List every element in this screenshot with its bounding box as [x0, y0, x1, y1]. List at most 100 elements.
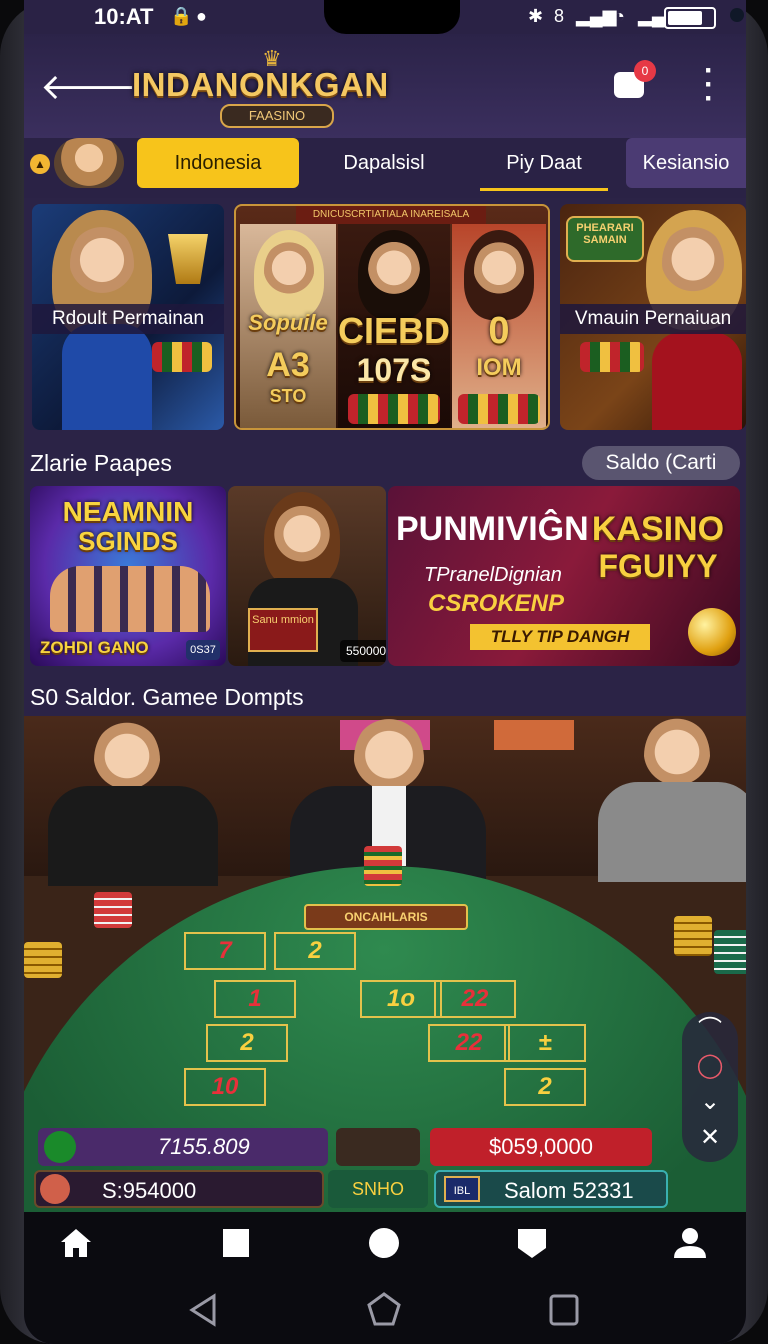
featured-card-2[interactable]: DNICUSCRTIATIALA INAREISALA Sopuile A3 S… [234, 204, 550, 430]
game1-footer: ZOHDI GANO [40, 638, 149, 657]
logo-title: INDANONKGAN [132, 66, 389, 103]
user-avatar[interactable] [54, 138, 124, 188]
bet-cell[interactable]: 7 [184, 932, 266, 970]
camera-notch [324, 0, 744, 34]
tab-kesiansio[interactable]: Kesiansio [626, 138, 746, 188]
game-card-2[interactable]: Sanu mmion 550000 700 [228, 486, 386, 666]
card2-right-title: 0 [488, 310, 510, 352]
category-tabs: ▲ Indonesia Dapalsisl Piy Daat Kesiansio [24, 138, 746, 198]
card2-left-value: A3 [266, 346, 310, 384]
game-card-3[interactable]: PUNMIVIĜN TPranelDignian CSROKENP TLLY T… [388, 486, 740, 666]
game3-line2: CSROKENP [428, 590, 565, 617]
bet-cell[interactable]: 1o [360, 980, 442, 1018]
hostess-face [474, 240, 524, 302]
hostess-face [264, 240, 314, 302]
tab-dapalsisl[interactable]: Dapalsisl [314, 138, 454, 188]
system-home-icon[interactable] [364, 1290, 404, 1330]
dealer-face [274, 504, 330, 570]
system-recents-icon[interactable] [544, 1290, 584, 1330]
player-shirt [48, 786, 218, 886]
system-nav [24, 1276, 746, 1344]
featured-card-1[interactable]: Rdoult Permainan [32, 204, 224, 430]
logo-subtitle: FAASINO [220, 104, 334, 128]
game3-logo-line1: KASINO [591, 510, 725, 548]
home-icon[interactable] [58, 1226, 94, 1260]
bottom-nav [24, 1212, 746, 1276]
player-avatar [40, 1174, 70, 1204]
bet-cell[interactable]: 22 [428, 1024, 510, 1062]
hud-value1: 7155.809 [158, 1134, 250, 1159]
hud-bar-left: 7155.809 [38, 1128, 328, 1166]
hostess-face [662, 224, 724, 302]
bet-cell[interactable]: 22 [434, 980, 516, 1018]
chip-stack [674, 916, 712, 956]
bet-cell[interactable]: 2 [206, 1024, 288, 1062]
hostess-dress [652, 332, 742, 430]
game1-badge: 0S37 [186, 640, 220, 660]
chip-stack [94, 892, 132, 928]
back-arrow-icon[interactable]: 🡐 [40, 64, 137, 108]
card2-right-panel: 0 IOM [452, 224, 546, 428]
player-balance-bar: S:954000 [34, 1170, 324, 1208]
collapse-icon[interactable]: ⌒ [682, 1012, 738, 1048]
player-balance: S:954000 [102, 1178, 197, 1203]
hud-icons [336, 1128, 420, 1166]
player-suit [598, 782, 746, 882]
vibrate-icon: 8 [554, 6, 565, 26]
trophy-icon [168, 234, 208, 284]
gold-coin-icon [688, 608, 736, 656]
featured-card-3[interactable]: PHEARARI SAMAIN Vmauin Pernaiuan [560, 204, 746, 430]
live-table-view[interactable]: ONCAIHLARIS 7155.809 $059,0000 S:954000 … [24, 716, 746, 1212]
hostess-dress [62, 324, 152, 430]
saldo-cart-button[interactable]: Saldo (Carti [582, 446, 740, 480]
featured-row: Rdoult Permainan DNICUSCRTIATIALA INAREI… [24, 204, 746, 432]
battery-fill [668, 11, 702, 25]
circle-icon[interactable] [366, 1226, 402, 1260]
tab-indonesia[interactable]: Indonesia [137, 138, 299, 188]
game2-footer: 550000 700 [340, 640, 386, 662]
hostess-face [368, 240, 420, 302]
coin-icon: ▲ [30, 154, 50, 174]
shield-icon[interactable] [514, 1226, 550, 1260]
game3-title: PUNMIVIĜN [396, 510, 589, 548]
card2-header: DNICUSCRTIATIALA INAREISALA [296, 206, 486, 224]
lock-icon: 🔒 [170, 6, 193, 26]
battery-icon [664, 7, 716, 29]
hostess-face [70, 224, 134, 304]
sync-icon: ● [196, 6, 207, 26]
bet-cell[interactable]: 2 [274, 932, 356, 970]
game3-ribbon: TLLY TIP DANGH [470, 624, 650, 650]
background-screen [494, 720, 574, 750]
square-icon[interactable] [218, 1226, 254, 1260]
card2-left-title: Sopuile [248, 310, 328, 335]
bet-cell[interactable]: 2 [504, 1068, 586, 1106]
hud-label-right-bar: IBL Salom 52331 [434, 1170, 668, 1208]
tab-piy-daat[interactable]: Piy Daat [480, 138, 608, 191]
bet-cell[interactable]: 10 [184, 1068, 266, 1106]
notification-badge: 0 [634, 60, 656, 82]
bet-cell[interactable]: ± [504, 1024, 586, 1062]
game3-line1: TPranelDignian [424, 564, 562, 586]
card2-right-value: IOM [476, 354, 522, 381]
card3-badge: PHEARARI SAMAIN [566, 216, 644, 262]
close-icon[interactable]: ✕ [682, 1120, 738, 1156]
bet-cell[interactable]: 1 [214, 980, 296, 1018]
chip-stack [714, 930, 746, 974]
leaf-icon [44, 1131, 76, 1163]
wifi-icon: ◔ [614, 6, 625, 26]
system-back-icon[interactable] [184, 1290, 224, 1330]
chip-stack [152, 342, 212, 372]
card2-mid-panel: CIEBD 107S [338, 224, 450, 428]
chip-stack [364, 846, 402, 886]
side-controls: ⌒ ◯ ⌄ ✕ [682, 1012, 738, 1162]
bluetooth-icon: ✱ [528, 6, 544, 26]
card2-left-sub: STO [269, 386, 307, 406]
hud-label-mid: SNHO [328, 1170, 428, 1208]
profile-icon[interactable] [672, 1226, 708, 1260]
game2-sign: Sanu mmion [248, 608, 318, 652]
record-icon[interactable]: ◯ [682, 1048, 738, 1084]
card1-label: Rdoult Permainan [32, 304, 224, 334]
game-card-1[interactable]: NEAMNIN SGINDS ZOHDI GANO 0S37 [30, 486, 226, 666]
more-menu-icon[interactable]: · · · [694, 56, 724, 114]
chevron-down-icon[interactable]: ⌄ [682, 1084, 738, 1120]
